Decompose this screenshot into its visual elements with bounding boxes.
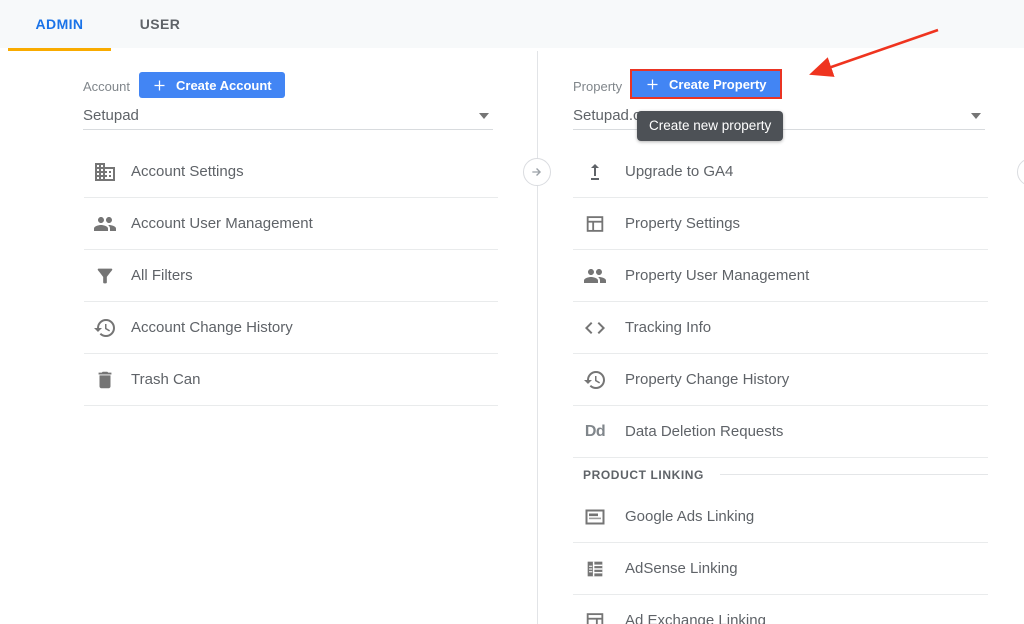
dd-icon-text: Dd bbox=[584, 422, 606, 440]
menu-item-label: Trash Can bbox=[131, 371, 201, 388]
chevron-down-icon bbox=[479, 112, 489, 119]
menu-item-all-filters[interactable]: All Filters bbox=[84, 250, 498, 302]
adsense-icon bbox=[583, 557, 607, 581]
menu-item-label: Property User Management bbox=[625, 267, 810, 284]
menu-item-label: Account Change History bbox=[131, 319, 293, 336]
history-icon bbox=[583, 368, 607, 392]
menu-item-label: Property Settings bbox=[625, 215, 741, 232]
menu-item-property-settings[interactable]: Property Settings bbox=[573, 198, 988, 250]
dd-icon: Dd bbox=[583, 420, 607, 444]
menu-item-label: Tracking Info bbox=[625, 319, 712, 336]
active-tab-underline bbox=[8, 48, 111, 51]
menu-item-trash-can[interactable]: Trash Can bbox=[84, 354, 498, 406]
plus-icon bbox=[154, 80, 165, 90]
property-column-label: Property bbox=[573, 79, 623, 94]
menu-item-adsense-linking[interactable]: AdSense Linking bbox=[573, 543, 988, 595]
menu-item-label: All Filters bbox=[131, 267, 193, 284]
account-menu: Account Settings Account User Management… bbox=[84, 146, 498, 406]
create-account-button[interactable]: Create Account bbox=[139, 72, 285, 98]
create-property-highlight-box: Create Property bbox=[630, 69, 782, 99]
layout-icon bbox=[583, 212, 607, 236]
arrow-right-icon bbox=[532, 168, 541, 176]
upgrade-icon bbox=[583, 160, 607, 184]
account-selector[interactable]: Setupad bbox=[83, 102, 493, 130]
analytics-admin-page: ADMIN USER Account Create Account Setupa… bbox=[0, 0, 1024, 624]
filter-icon bbox=[93, 264, 117, 288]
menu-item-label: Account User Management bbox=[131, 215, 313, 232]
menu-item-label: Ad Exchange Linking bbox=[625, 612, 766, 624]
account-column-label: Account bbox=[83, 79, 130, 94]
create-account-label: Create Account bbox=[176, 77, 272, 93]
property-menu: Upgrade to GA4 Property Settings Propert… bbox=[573, 146, 988, 624]
ad-banner-icon bbox=[583, 505, 607, 529]
code-icon bbox=[583, 316, 607, 340]
menu-item-label: Property Change History bbox=[625, 371, 790, 388]
menu-item-label: Google Ads Linking bbox=[625, 508, 755, 525]
column-divider bbox=[537, 51, 538, 624]
menu-item-upgrade-ga4[interactable]: Upgrade to GA4 bbox=[573, 146, 988, 198]
people-icon bbox=[93, 212, 117, 236]
web-asset-icon bbox=[583, 609, 607, 624]
menu-item-account-user-management[interactable]: Account User Management bbox=[84, 198, 498, 250]
tab-user[interactable]: USER bbox=[125, 0, 195, 48]
menu-item-account-change-history[interactable]: Account Change History bbox=[84, 302, 498, 354]
trash-icon bbox=[93, 368, 117, 392]
menu-item-tracking-info[interactable]: Tracking Info bbox=[573, 302, 988, 354]
account-selector-value: Setupad bbox=[83, 107, 139, 124]
building-icon bbox=[93, 160, 117, 184]
menu-item-ad-exchange-linking[interactable]: Ad Exchange Linking bbox=[573, 595, 988, 624]
menu-item-property-change-history[interactable]: Property Change History bbox=[573, 354, 988, 406]
create-property-tooltip: Create new property bbox=[637, 111, 784, 141]
menu-item-label: Data Deletion Requests bbox=[625, 423, 784, 440]
chevron-down-icon bbox=[971, 112, 981, 119]
menu-item-data-deletion-requests[interactable]: Dd Data Deletion Requests bbox=[573, 406, 988, 458]
menu-item-property-user-management[interactable]: Property User Management bbox=[573, 250, 988, 302]
section-header-rule bbox=[720, 474, 988, 475]
people-icon bbox=[583, 264, 607, 288]
history-icon bbox=[93, 316, 117, 340]
menu-item-account-settings[interactable]: Account Settings bbox=[84, 146, 498, 198]
section-header-text: PRODUCT LINKING bbox=[583, 467, 704, 482]
create-property-label: Create Property bbox=[669, 76, 767, 92]
menu-item-google-ads-linking[interactable]: Google Ads Linking bbox=[573, 491, 988, 543]
expand-next-column-button[interactable] bbox=[1017, 158, 1024, 186]
menu-item-label: Upgrade to GA4 bbox=[625, 163, 734, 180]
product-linking-section-header: PRODUCT LINKING bbox=[573, 458, 988, 491]
menu-item-label: Account Settings bbox=[131, 163, 244, 180]
tab-admin[interactable]: ADMIN bbox=[8, 0, 111, 48]
create-property-button[interactable]: Create Property bbox=[632, 71, 780, 97]
plus-icon bbox=[647, 79, 658, 89]
menu-item-label: AdSense Linking bbox=[625, 560, 738, 577]
expand-column-button[interactable] bbox=[523, 158, 551, 186]
